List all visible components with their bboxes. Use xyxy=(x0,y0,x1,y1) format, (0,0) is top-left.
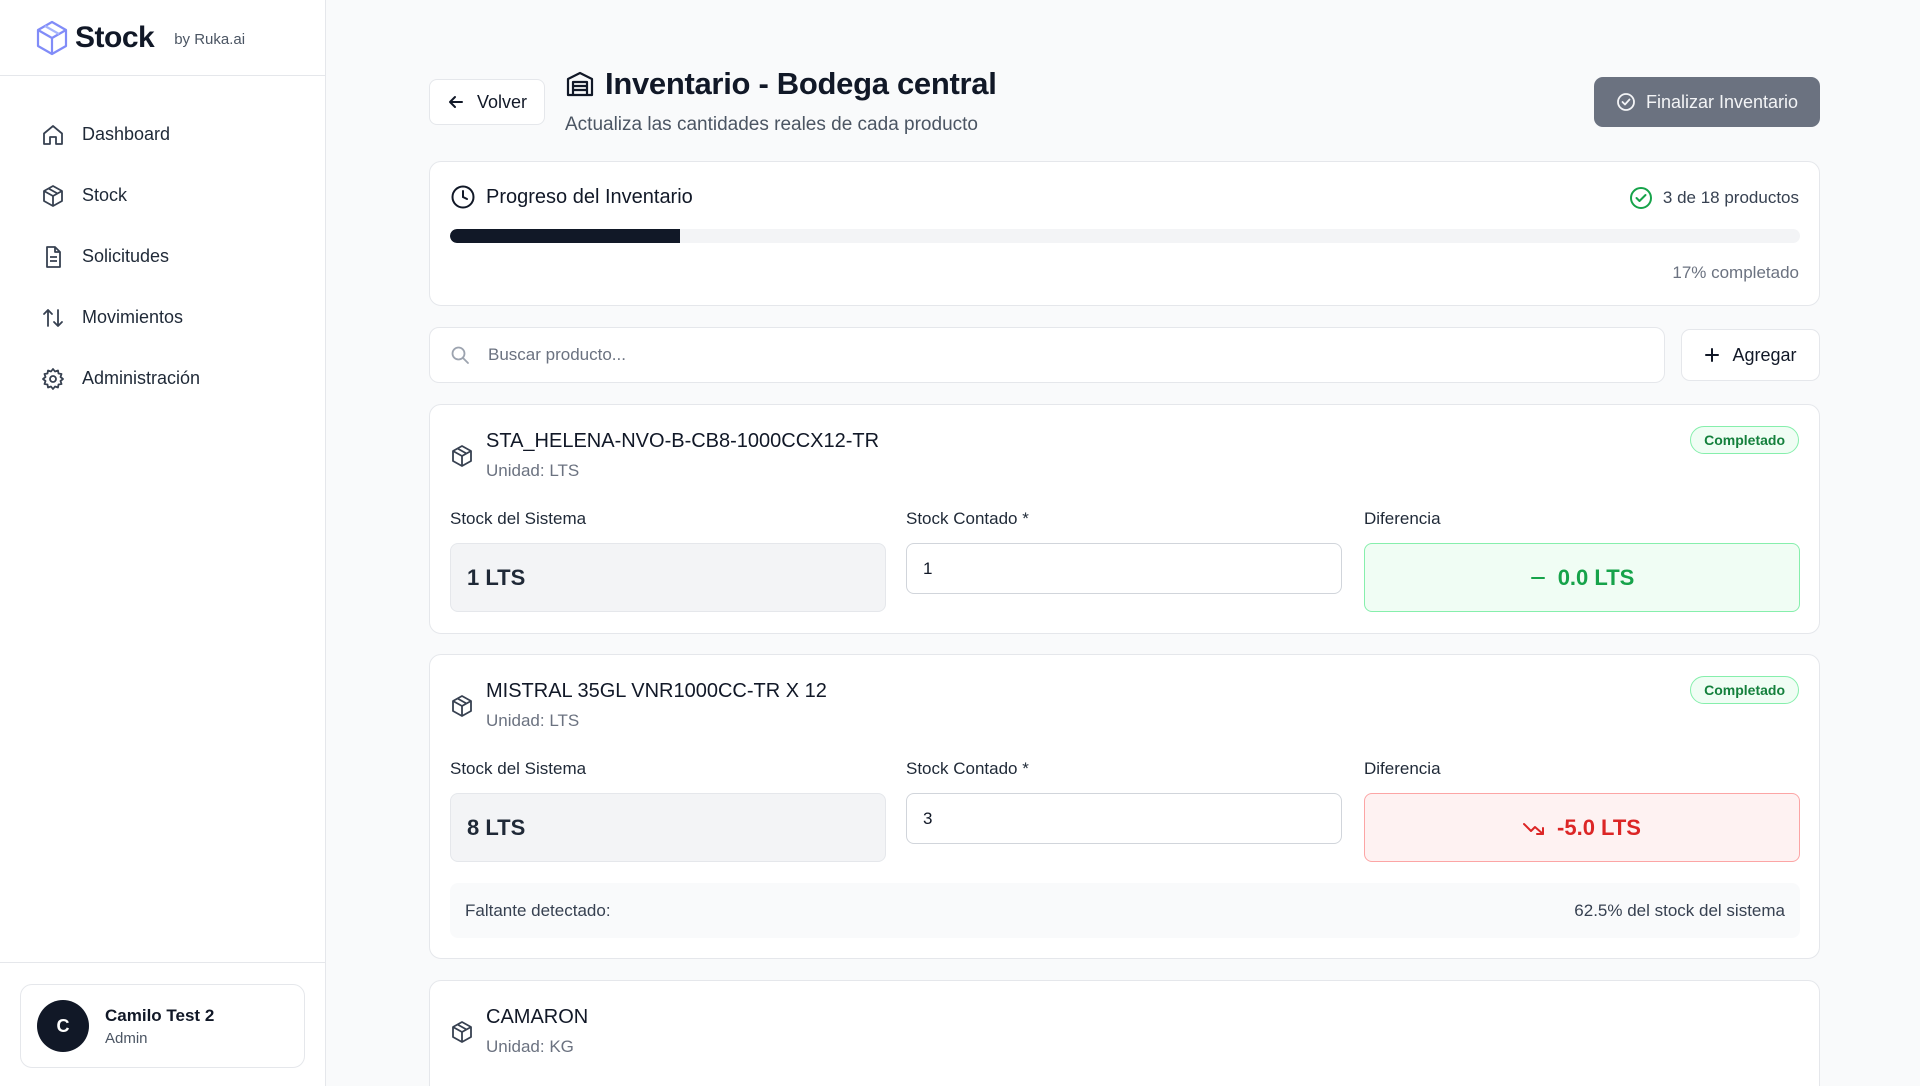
counted-stock-label: Stock Contado * xyxy=(906,509,1029,528)
page-header: Inventario - Bodega central Actualiza la… xyxy=(565,66,997,136)
counted-stock-label: Stock Contado * xyxy=(906,759,1029,778)
system-stock-value: 8 LTS xyxy=(450,793,886,862)
sidebar-item-stock[interactable]: Stock xyxy=(0,165,325,226)
product-name: CAMARON xyxy=(486,1006,589,1028)
product-card: STA_HELENA-NVO-B-CB8-1000CCX12-TR Unidad… xyxy=(429,404,1820,634)
counted-stock-input[interactable] xyxy=(906,793,1342,844)
box-icon xyxy=(40,183,66,209)
brand-by: by Ruka.ai xyxy=(174,31,246,48)
sidebar-item-label: Administración xyxy=(82,368,201,388)
box-icon xyxy=(452,445,472,467)
home-icon xyxy=(40,122,66,148)
progress-card: Progreso del Inventario 3 de 18 producto… xyxy=(429,161,1820,306)
document-icon xyxy=(40,244,66,270)
system-stock-label: Stock del Sistema xyxy=(450,509,587,528)
finish-label: Finalizar Inventario xyxy=(1645,91,1799,112)
shortage-label: Faltante detectado: xyxy=(465,900,611,920)
user-area: C Camilo Test 2 Admin xyxy=(0,962,325,1086)
sidebar-item-dashboard[interactable]: Dashboard xyxy=(0,104,325,165)
sidebar-item-label: Solicitudes xyxy=(82,246,170,266)
warehouse-icon xyxy=(566,71,594,97)
product-name: MISTRAL 35GL VNR1000CC-TR X 12 xyxy=(486,680,827,702)
sidebar: Stock by Ruka.ai Dashboard Stock Solicit… xyxy=(0,0,326,1086)
cube-logo-icon xyxy=(36,20,68,55)
product-name: STA_HELENA-NVO-B-CB8-1000CCX12-TR xyxy=(486,430,880,452)
check-circle-icon xyxy=(1617,93,1635,111)
sidebar-item-label: Dashboard xyxy=(82,124,171,144)
difference-label: Diferencia xyxy=(1364,509,1441,528)
shortage-notice: Faltante detectado: 62.5% del stock del … xyxy=(450,883,1800,938)
difference-box: 0.0 LTS xyxy=(1364,543,1800,612)
progress-percent: 17% completado xyxy=(1672,263,1799,282)
product-unit: Unidad: LTS xyxy=(486,711,580,730)
finish-inventory-button[interactable]: Finalizar Inventario xyxy=(1594,77,1820,127)
page-title: Inventario - Bodega central xyxy=(605,66,997,101)
user-card[interactable]: C Camilo Test 2 Admin xyxy=(20,984,305,1068)
search-icon xyxy=(451,346,469,364)
plus-icon xyxy=(1705,348,1720,362)
arrow-left-icon xyxy=(448,96,463,108)
system-stock-label: Stock del Sistema xyxy=(450,759,587,778)
search-box xyxy=(429,327,1665,383)
progress-title: Progreso del Inventario xyxy=(486,185,693,208)
sidebar-item-movimientos[interactable]: Movimientos xyxy=(0,287,325,348)
avatar: C xyxy=(37,1000,89,1052)
difference-value: 0.0 LTS xyxy=(1557,564,1635,590)
progress-count: 3 de 18 productos xyxy=(1629,186,1799,210)
trending-down-icon xyxy=(1523,822,1545,835)
page-subtitle: Actualiza las cantidades reales de cada … xyxy=(565,114,978,135)
brand-name: Stock xyxy=(75,20,155,54)
difference-value: -5.0 LTS xyxy=(1557,814,1641,840)
sidebar-item-label: Stock xyxy=(82,185,128,205)
sidebar-item-administracion[interactable]: Administración xyxy=(0,348,325,409)
search-input[interactable] xyxy=(488,345,1638,365)
user-name: Camilo Test 2 xyxy=(105,1005,215,1025)
gear-icon xyxy=(40,366,66,392)
shortage-value: 62.5% del stock del sistema xyxy=(1574,900,1785,920)
progress-bar xyxy=(450,229,1800,243)
clock-icon xyxy=(451,185,475,209)
progress-count-text: 3 de 18 productos xyxy=(1662,188,1799,207)
check-circle-icon xyxy=(1629,187,1652,209)
product-card: MISTRAL 35GL VNR1000CC-TR X 12 Unidad: L… xyxy=(429,654,1820,959)
difference-box: -5.0 LTS xyxy=(1364,793,1800,862)
sidebar-nav: Dashboard Stock Solicitudes Movimientos … xyxy=(0,76,325,409)
status-badge: Completado xyxy=(1690,676,1799,704)
box-icon xyxy=(452,695,472,717)
product-unit: Unidad: KG xyxy=(486,1037,574,1056)
counted-stock-input[interactable] xyxy=(906,543,1342,594)
sidebar-item-label: Movimientos xyxy=(82,307,184,327)
arrows-up-down-icon xyxy=(40,305,66,331)
box-icon xyxy=(452,1021,472,1043)
add-label: Agregar xyxy=(1732,344,1797,365)
sidebar-item-solicitudes[interactable]: Solicitudes xyxy=(0,226,325,287)
user-role: Admin xyxy=(105,1029,148,1047)
status-badge: Completado xyxy=(1690,426,1799,454)
brand: Stock by Ruka.ai xyxy=(0,0,325,76)
minus-icon xyxy=(1530,576,1545,579)
difference-label: Diferencia xyxy=(1364,759,1441,778)
system-stock-value: 1 LTS xyxy=(450,543,886,612)
progress-bar-fill xyxy=(450,229,680,243)
product-unit: Unidad: LTS xyxy=(486,461,580,480)
product-card: CAMARON Unidad: KG xyxy=(429,980,1820,1086)
back-button[interactable]: Volver xyxy=(429,79,545,125)
add-product-button[interactable]: Agregar xyxy=(1681,329,1820,381)
back-label: Volver xyxy=(476,91,528,112)
